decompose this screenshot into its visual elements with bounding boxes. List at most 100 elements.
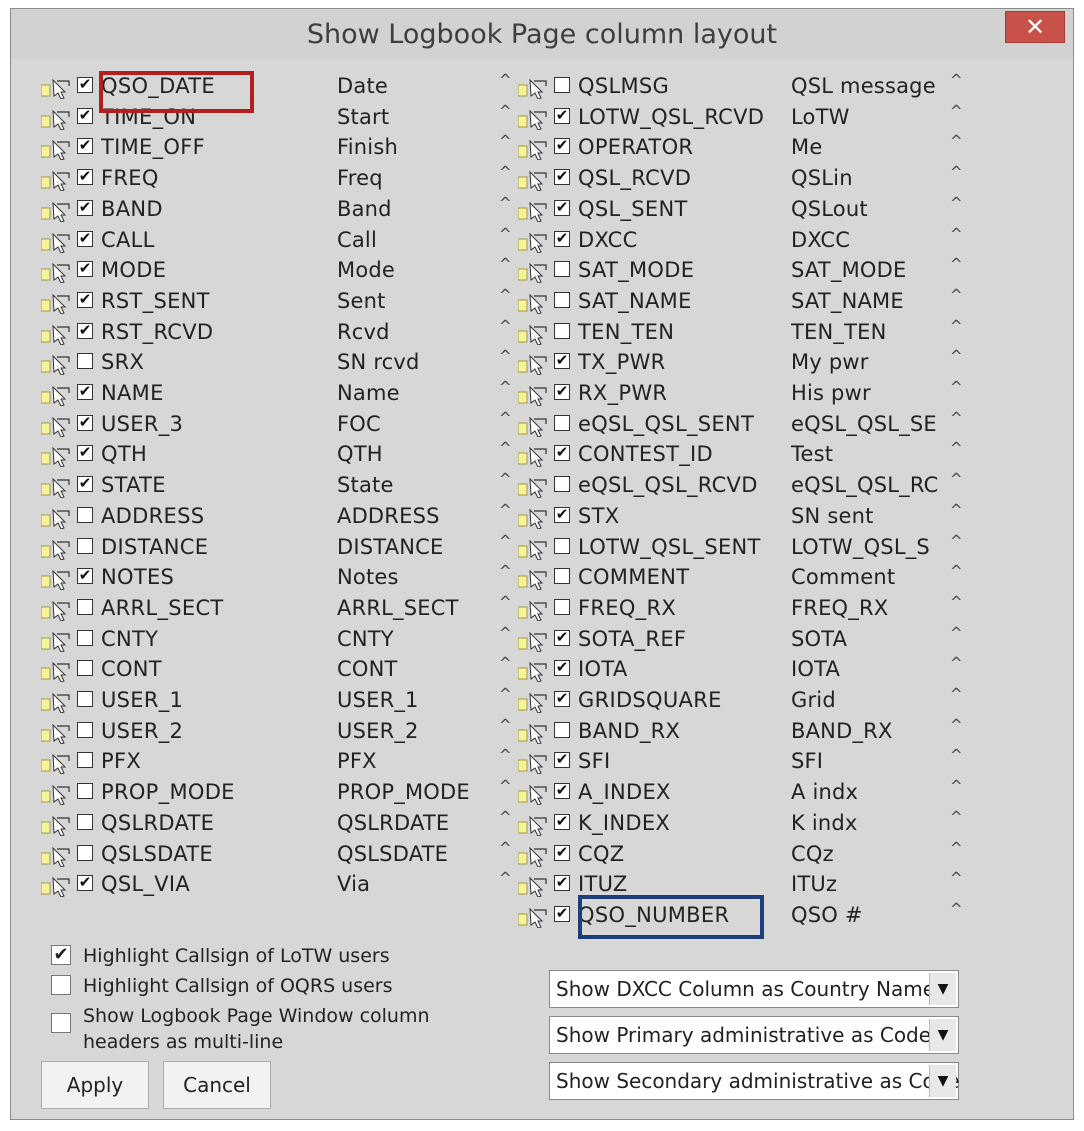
field-row[interactable]: ✔ IOTA IOTA ^ [517, 654, 970, 684]
column-header-text[interactable]: CONT [337, 657, 398, 681]
field-row[interactable]: COMMENT Comment ^ [517, 562, 970, 592]
column-header-text[interactable]: Call [337, 228, 377, 252]
column-header-text[interactable]: Notes [337, 565, 399, 589]
column-header-text[interactable]: CNTY [337, 627, 394, 651]
drag-handle-icon[interactable] [40, 323, 75, 346]
column-header-text[interactable]: DXCC [791, 228, 850, 252]
field-row[interactable]: ✔ OPERATOR Me ^ [517, 132, 970, 162]
field-checkbox[interactable]: ✔ [554, 445, 570, 462]
caret-icon[interactable]: ^ [950, 839, 963, 857]
column-header-text[interactable]: LoTW [791, 105, 850, 129]
drag-handle-icon[interactable] [40, 630, 75, 653]
column-header-text[interactable]: SN rcvd [337, 350, 420, 374]
field-row[interactable]: SAT_NAME SAT_NAME ^ [517, 286, 970, 316]
caret-icon[interactable]: ^ [950, 163, 963, 181]
field-checkbox[interactable] [77, 813, 93, 830]
caret-icon[interactable]: ^ [950, 132, 963, 150]
field-checkbox[interactable] [77, 598, 93, 615]
caret-icon[interactable]: ^ [950, 716, 963, 734]
caret-icon[interactable]: ^ [499, 716, 512, 734]
column-header-text[interactable]: LOTW_QSL_S [791, 535, 930, 559]
field-checkbox[interactable]: ✔ [554, 199, 570, 216]
column-header-text[interactable]: Finish [337, 135, 398, 159]
drag-handle-icon[interactable] [517, 77, 552, 100]
drag-handle-icon[interactable] [40, 814, 75, 837]
field-checkbox[interactable]: ✔ [77, 77, 93, 93]
caret-icon[interactable]: ^ [950, 71, 963, 89]
field-checkbox[interactable] [77, 752, 93, 769]
field-row[interactable]: ✔ USER_3 FOC ^ [40, 409, 519, 439]
column-header-text[interactable]: SOTA [791, 627, 847, 651]
close-button[interactable]: ✕ [1005, 11, 1065, 43]
caret-icon[interactable]: ^ [950, 685, 963, 703]
field-row[interactable]: QSLMSG QSL message ^ [517, 71, 970, 101]
column-header-text[interactable]: DISTANCE [337, 535, 444, 559]
field-checkbox[interactable]: ✔ [554, 629, 570, 646]
field-row[interactable]: PFX PFX ^ [40, 746, 519, 776]
column-header-text[interactable]: QSLSDATE [337, 842, 448, 866]
caret-icon[interactable]: ^ [950, 439, 963, 457]
field-checkbox[interactable]: ✔ [77, 476, 93, 493]
field-row[interactable]: ✔ QTH QTH ^ [40, 439, 519, 469]
drag-handle-icon[interactable] [40, 691, 75, 714]
field-row[interactable]: eQSL_QSL_RCVD eQSL_QSL_RC ^ [517, 470, 970, 500]
secondary-admin-dropdown[interactable]: Show Secondary administrative as Code ▼ [549, 1062, 960, 1100]
field-row[interactable]: ✔ LOTW_QSL_RCVD LoTW ^ [517, 102, 970, 132]
field-row[interactable]: ✔ CONTEST_ID Test ^ [517, 439, 970, 469]
drag-handle-icon[interactable] [40, 845, 75, 868]
field-row[interactable]: ✔ STX SN sent ^ [517, 501, 970, 531]
drag-handle-icon[interactable] [40, 353, 75, 376]
drag-handle-icon[interactable] [40, 507, 75, 530]
field-row[interactable]: ✔ SOTA_REF SOTA ^ [517, 624, 970, 654]
option-checkbox[interactable] [51, 1013, 71, 1033]
field-row[interactable]: LOTW_QSL_SENT LOTW_QSL_S ^ [517, 532, 970, 562]
field-row[interactable]: ✔ K_INDEX K indx ^ [517, 808, 970, 838]
drag-handle-icon[interactable] [40, 231, 75, 254]
field-checkbox[interactable]: ✔ [554, 783, 570, 800]
field-checkbox[interactable] [554, 568, 570, 585]
field-checkbox[interactable]: ✔ [77, 138, 93, 155]
field-checkbox[interactable]: ✔ [554, 169, 570, 186]
column-header-text[interactable]: PROP_MODE [337, 780, 470, 804]
caret-icon[interactable]: ^ [950, 777, 963, 795]
column-header-text[interactable]: SN sent [791, 504, 874, 528]
field-checkbox[interactable]: ✔ [77, 230, 93, 247]
chevron-down-icon[interactable]: ▼ [929, 1019, 956, 1051]
field-checkbox[interactable]: ✔ [77, 875, 93, 892]
field-row[interactable]: ✔ CALL Call ^ [40, 225, 519, 255]
caret-icon[interactable]: ^ [950, 194, 963, 212]
caret-icon[interactable]: ^ [499, 347, 512, 365]
column-header-text[interactable]: CQz [791, 842, 834, 866]
field-row[interactable]: eQSL_QSL_SENT eQSL_QSL_SE ^ [517, 409, 970, 439]
drag-handle-icon[interactable] [517, 845, 552, 868]
field-checkbox[interactable]: ✔ [77, 414, 93, 431]
field-checkbox[interactable]: ✔ [77, 169, 93, 186]
field-row[interactable]: ✔ QSL_VIA Via ^ [40, 869, 519, 899]
caret-icon[interactable]: ^ [950, 470, 963, 488]
caret-icon[interactable]: ^ [950, 501, 963, 519]
column-header-text[interactable]: Grid [791, 688, 836, 712]
column-header-text[interactable]: USER_1 [337, 688, 419, 712]
caret-icon[interactable]: ^ [499, 163, 512, 181]
drag-handle-icon[interactable] [517, 875, 552, 898]
column-header-text[interactable]: QSLin [791, 166, 853, 190]
column-header-text[interactable]: His pwr [791, 381, 871, 405]
field-row[interactable]: ✔ RX_PWR His pwr ^ [517, 378, 970, 408]
column-header-text[interactable]: Start [337, 105, 389, 129]
caret-icon[interactable]: ^ [499, 439, 512, 457]
caret-icon[interactable]: ^ [950, 378, 963, 396]
drag-handle-icon[interactable] [517, 261, 552, 284]
drag-handle-icon[interactable] [40, 599, 75, 622]
caret-icon[interactable]: ^ [950, 286, 963, 304]
field-checkbox[interactable]: ✔ [554, 905, 570, 922]
caret-icon[interactable]: ^ [950, 654, 963, 672]
drag-handle-icon[interactable] [40, 538, 75, 561]
field-row[interactable]: ✔ FREQ Freq ^ [40, 163, 519, 193]
column-header-text[interactable]: ITUz [791, 872, 837, 896]
drag-handle-icon[interactable] [517, 353, 552, 376]
field-checkbox[interactable]: ✔ [77, 568, 93, 585]
field-row[interactable]: ADDRESS ADDRESS ^ [40, 501, 519, 531]
field-checkbox[interactable] [77, 506, 93, 523]
drag-handle-icon[interactable] [517, 906, 552, 929]
field-row[interactable]: ARRL_SECT ARRL_SECT ^ [40, 593, 519, 623]
